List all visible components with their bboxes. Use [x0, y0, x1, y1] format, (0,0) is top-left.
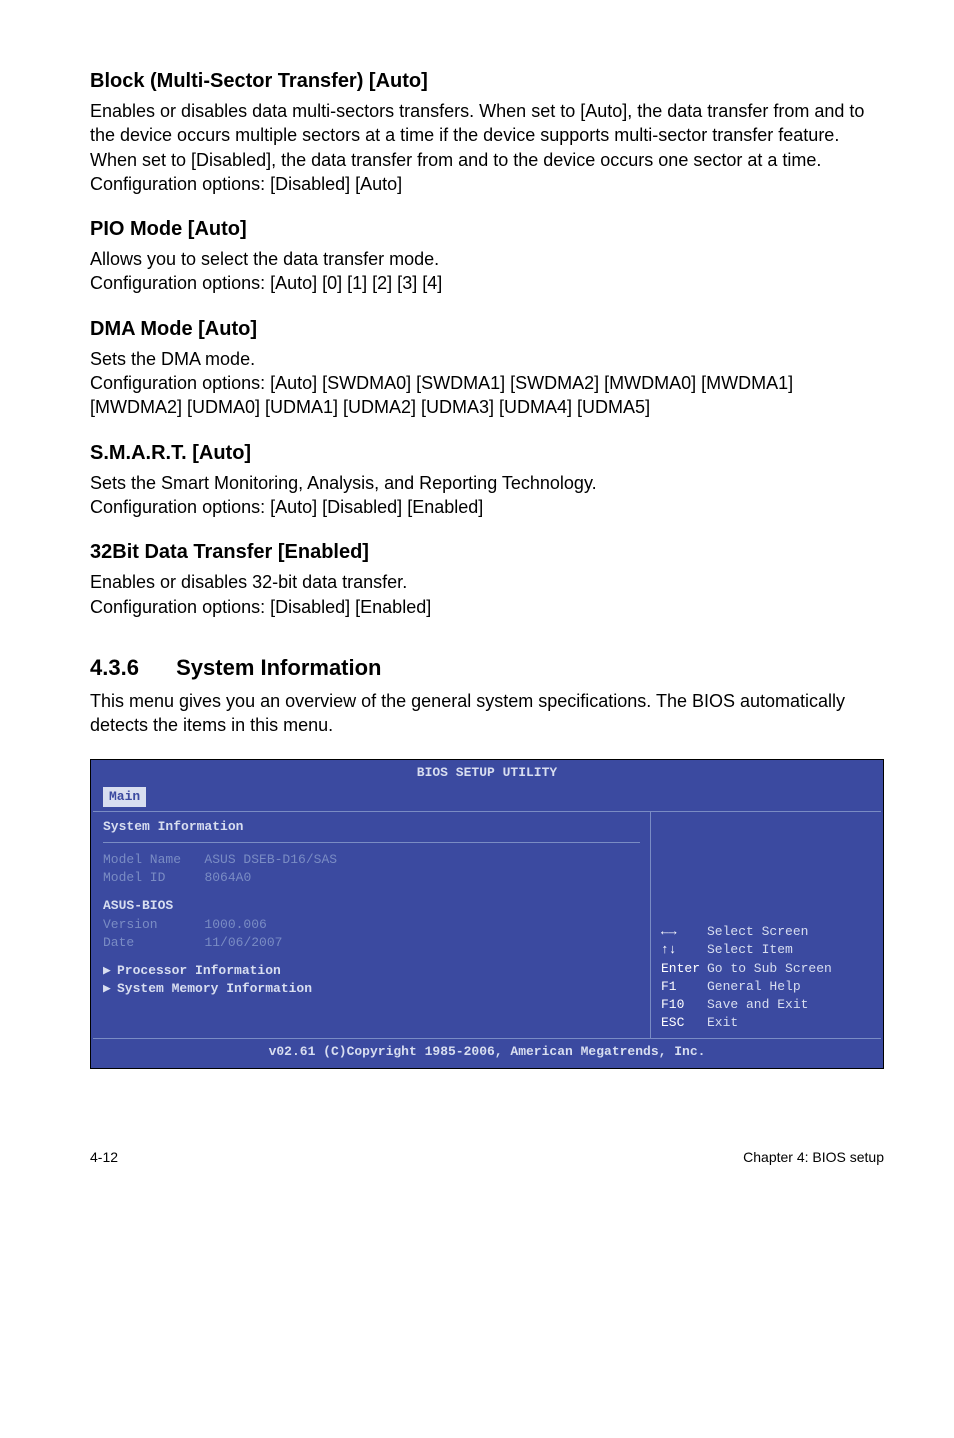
help-desc: Select Item	[707, 942, 793, 957]
help-desc: Exit	[707, 1015, 738, 1030]
label-asus-bios: ASUS-BIOS	[103, 897, 640, 915]
heading-block-multi-sector: Block (Multi-Sector Transfer) [Auto]	[90, 70, 884, 93]
section-heading: 4.3.6 System Information	[90, 655, 884, 681]
heading-dma-mode: DMA Mode [Auto]	[90, 318, 884, 341]
menu-memory-info[interactable]: System Memory Information	[117, 981, 312, 996]
help-key: F10	[661, 996, 707, 1014]
help-key: ESC	[661, 1014, 707, 1032]
help-key: Enter	[661, 960, 707, 978]
heading-32bit: 32Bit Data Transfer [Enabled]	[90, 541, 884, 564]
value-date: 11/06/2007	[204, 935, 282, 950]
bios-title: BIOS SETUP UTILITY	[91, 760, 883, 782]
bios-system-info-header: System Information	[103, 818, 640, 843]
section-intro: This menu gives you an overview of the g…	[90, 689, 884, 738]
help-desc: Select Screen	[707, 924, 808, 939]
heading-smart: S.M.A.R.T. [Auto]	[90, 442, 884, 465]
body-block-multi-sector: Enables or disables data multi-sectors t…	[90, 99, 884, 196]
body-dma-mode: Sets the DMA mode. Configuration options…	[90, 347, 884, 420]
label-model-name: Model Name	[103, 852, 181, 867]
bios-tab-main[interactable]: Main	[103, 787, 146, 807]
section-number: 4.3.6	[90, 655, 170, 681]
body-32bit: Enables or disables 32-bit data transfer…	[90, 570, 884, 619]
label-date: Date	[103, 935, 134, 950]
value-version: 1000.006	[204, 917, 266, 932]
menu-processor-info[interactable]: Processor Information	[117, 963, 281, 978]
heading-pio-mode: PIO Mode [Auto]	[90, 218, 884, 241]
bios-footer: v02.61 (C)Copyright 1985-2006, American …	[91, 1039, 883, 1067]
triangle-icon: ▶	[103, 980, 117, 998]
body-smart: Sets the Smart Monitoring, Analysis, and…	[90, 471, 884, 520]
section-title: System Information	[176, 655, 381, 680]
help-key: ←→	[661, 923, 707, 941]
help-key: F1	[661, 978, 707, 996]
bios-right-panel: ←→Select Screen ↑↓Select Item EnterGo to…	[651, 812, 881, 1039]
value-model-name: ASUS DSEB-D16/SAS	[204, 852, 337, 867]
bios-left-panel: System Information Model Name ASUS DSEB-…	[93, 812, 651, 1039]
chapter-label: Chapter 4: BIOS setup	[743, 1149, 884, 1165]
help-desc: General Help	[707, 979, 801, 994]
help-key: ↑↓	[661, 941, 707, 959]
help-desc: Save and Exit	[707, 997, 808, 1012]
label-model-id: Model ID	[103, 870, 165, 885]
help-desc: Go to Sub Screen	[707, 961, 832, 976]
bios-screenshot: BIOS SETUP UTILITY Main System Informati…	[90, 759, 884, 1068]
value-model-id: 8064A0	[204, 870, 251, 885]
page-footer: 4-12 Chapter 4: BIOS setup	[0, 1099, 954, 1185]
page-number: 4-12	[90, 1149, 118, 1165]
triangle-icon: ▶	[103, 962, 117, 980]
body-pio-mode: Allows you to select the data transfer m…	[90, 247, 884, 296]
label-version: Version	[103, 917, 158, 932]
